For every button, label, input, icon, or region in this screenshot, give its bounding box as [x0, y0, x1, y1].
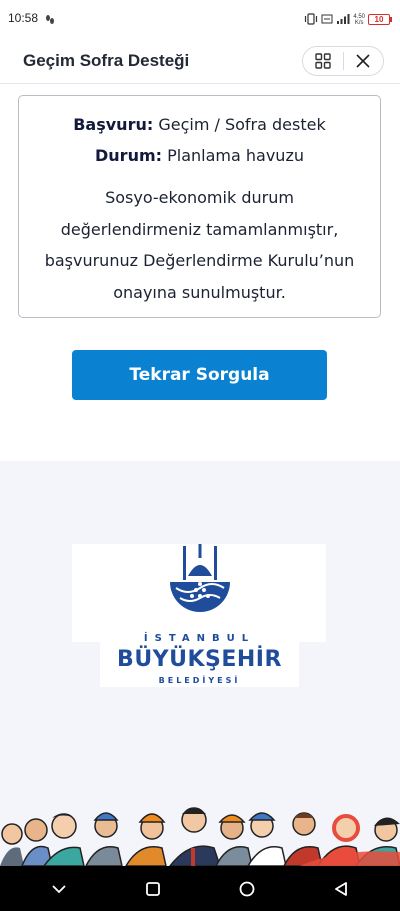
status-label: Durum: [95, 146, 163, 165]
app-header: Geçim Sofra Desteği [0, 36, 400, 84]
footer: İSTANBUL BÜYÜKŞEHİR BELEDİYESİ [0, 461, 400, 866]
ibb-emblem-icon [170, 544, 230, 612]
result-card: Başvuru: Geçim / Sofra destek Durum: Pla… [18, 95, 381, 318]
header-actions [302, 46, 384, 76]
footsteps-icon [45, 11, 55, 30]
logo-line-buyuksehir: BÜYÜKŞEHİR [117, 647, 282, 672]
vibrate-icon [304, 10, 318, 29]
status-bar: 10:58 4.50 K/s 10 [0, 0, 400, 36]
status-time: 10:58 [8, 11, 39, 25]
page-title: Geçim Sofra Desteği [23, 51, 190, 70]
battery-icon: 10 [368, 14, 392, 25]
circle-home-icon [239, 881, 255, 896]
status-icons: 4.50 K/s 10 [304, 10, 392, 29]
close-button[interactable] [344, 47, 384, 75]
retry-query-button[interactable]: Tekrar Sorgula [72, 350, 327, 400]
chevron-down-icon [52, 884, 66, 893]
people-illustration [0, 807, 400, 866]
logo-line-belediyesi: BELEDİYESİ [158, 676, 241, 685]
application-value: Geçim / Sofra destek [158, 115, 326, 134]
nav-recents-button[interactable] [133, 869, 173, 909]
result-message: Sosyo-ekonomik durum değerlendirmeniz ta… [44, 188, 355, 302]
battery-level: 10 [368, 14, 390, 25]
volte-icon [321, 10, 333, 29]
network-speed: 4.50 K/s [353, 14, 365, 26]
application-row: Başvuru: Geçim / Sofra destek [19, 115, 380, 134]
main-content: Başvuru: Geçim / Sofra destek Durum: Pla… [0, 85, 400, 461]
status-row: Durum: Planlama havuzu [19, 146, 380, 165]
nav-back-button[interactable] [321, 869, 361, 909]
network-speed-unit: K/s [354, 19, 364, 26]
nav-hide-button[interactable] [39, 869, 79, 909]
square-icon [146, 881, 160, 896]
signal-icon [336, 10, 350, 29]
grid-icon [315, 53, 331, 69]
status-value: Planlama havuzu [167, 146, 304, 165]
logo-line-istanbul: İSTANBUL [143, 633, 256, 644]
application-label: Başvuru: [73, 115, 154, 134]
triangle-back-icon [335, 881, 347, 896]
nav-home-button[interactable] [227, 869, 267, 909]
system-nav-bar [0, 866, 400, 911]
close-icon [356, 54, 370, 68]
apps-button[interactable] [303, 47, 343, 75]
